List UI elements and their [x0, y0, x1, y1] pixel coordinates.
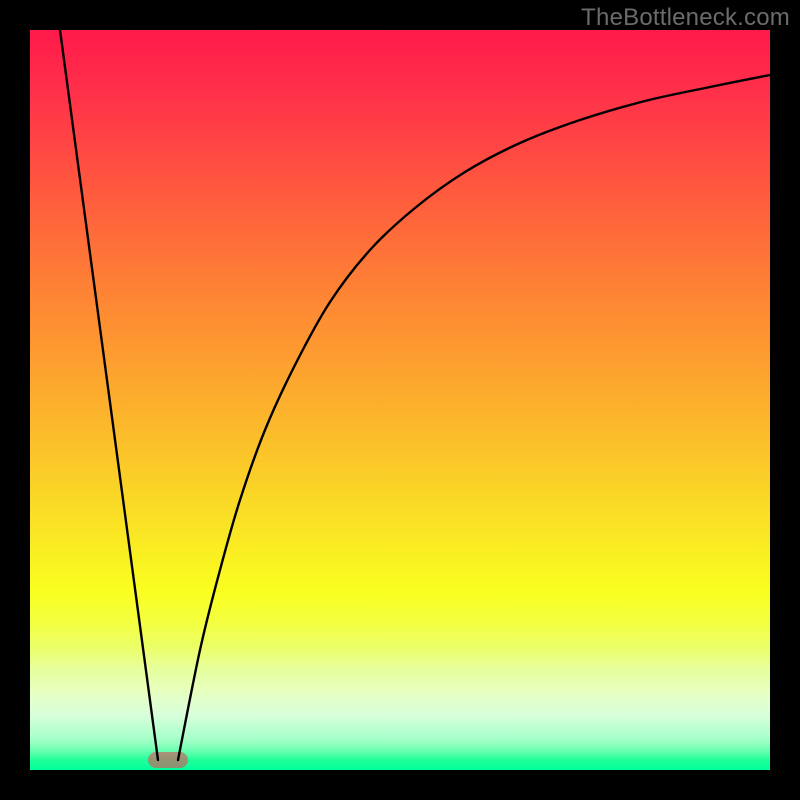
curve-right-segment — [178, 75, 770, 760]
curve-left-segment — [60, 30, 158, 760]
chart-frame: TheBottleneck.com — [0, 0, 800, 800]
bottleneck-curve-svg — [30, 30, 770, 770]
watermark-text: TheBottleneck.com — [581, 4, 790, 32]
plot-area — [30, 30, 770, 770]
